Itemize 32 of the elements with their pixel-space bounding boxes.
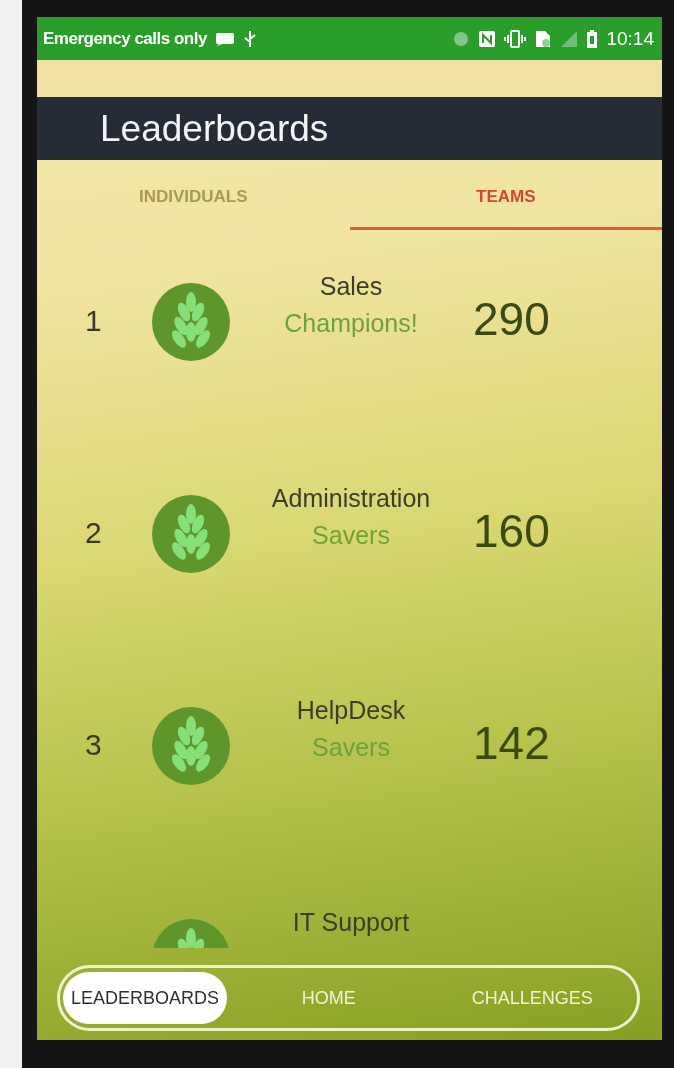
screen-title: Leaderboards [100, 107, 329, 150]
vibrate-icon [504, 29, 527, 48]
circle-icon [452, 29, 471, 48]
nfc-icon [478, 29, 497, 48]
team-name: Administration [271, 484, 431, 513]
team-level: Savers [312, 521, 390, 550]
clock-text: 10:14 [606, 27, 654, 50]
nav-tab[interactable]: LEADERBOARDS [63, 972, 228, 1024]
message-icon [214, 31, 235, 46]
rank-number: 1 [85, 304, 103, 338]
leaf-badge-icon [151, 706, 231, 786]
signal-icon [560, 29, 579, 48]
usb-icon [242, 29, 257, 48]
carrier-text: Emergency calls only [43, 28, 207, 49]
nav-tab[interactable]: HOME [227, 972, 431, 1024]
team-level: Savers [312, 733, 390, 762]
team-name: IT Support [292, 908, 410, 937]
leaf-badge-icon [151, 494, 231, 574]
team-score: 160 [473, 504, 550, 558]
battery-icon [586, 28, 599, 49]
team-score: 290 [473, 292, 550, 346]
team-score: 142 [473, 716, 550, 770]
rank-number: 2 [85, 516, 103, 550]
tab[interactable]: TEAMS [349, 160, 662, 230]
sim-icon [534, 29, 553, 48]
rank-number: 3 [85, 728, 103, 762]
leaf-badge-icon [151, 282, 231, 362]
tab[interactable]: INDIVIDUALS [37, 160, 350, 230]
team-name: Sales [319, 272, 383, 301]
team-level: Champions! [284, 309, 418, 338]
nav-tab[interactable]: CHALLENGES [430, 972, 634, 1024]
team-name: HelpDesk [296, 696, 406, 725]
